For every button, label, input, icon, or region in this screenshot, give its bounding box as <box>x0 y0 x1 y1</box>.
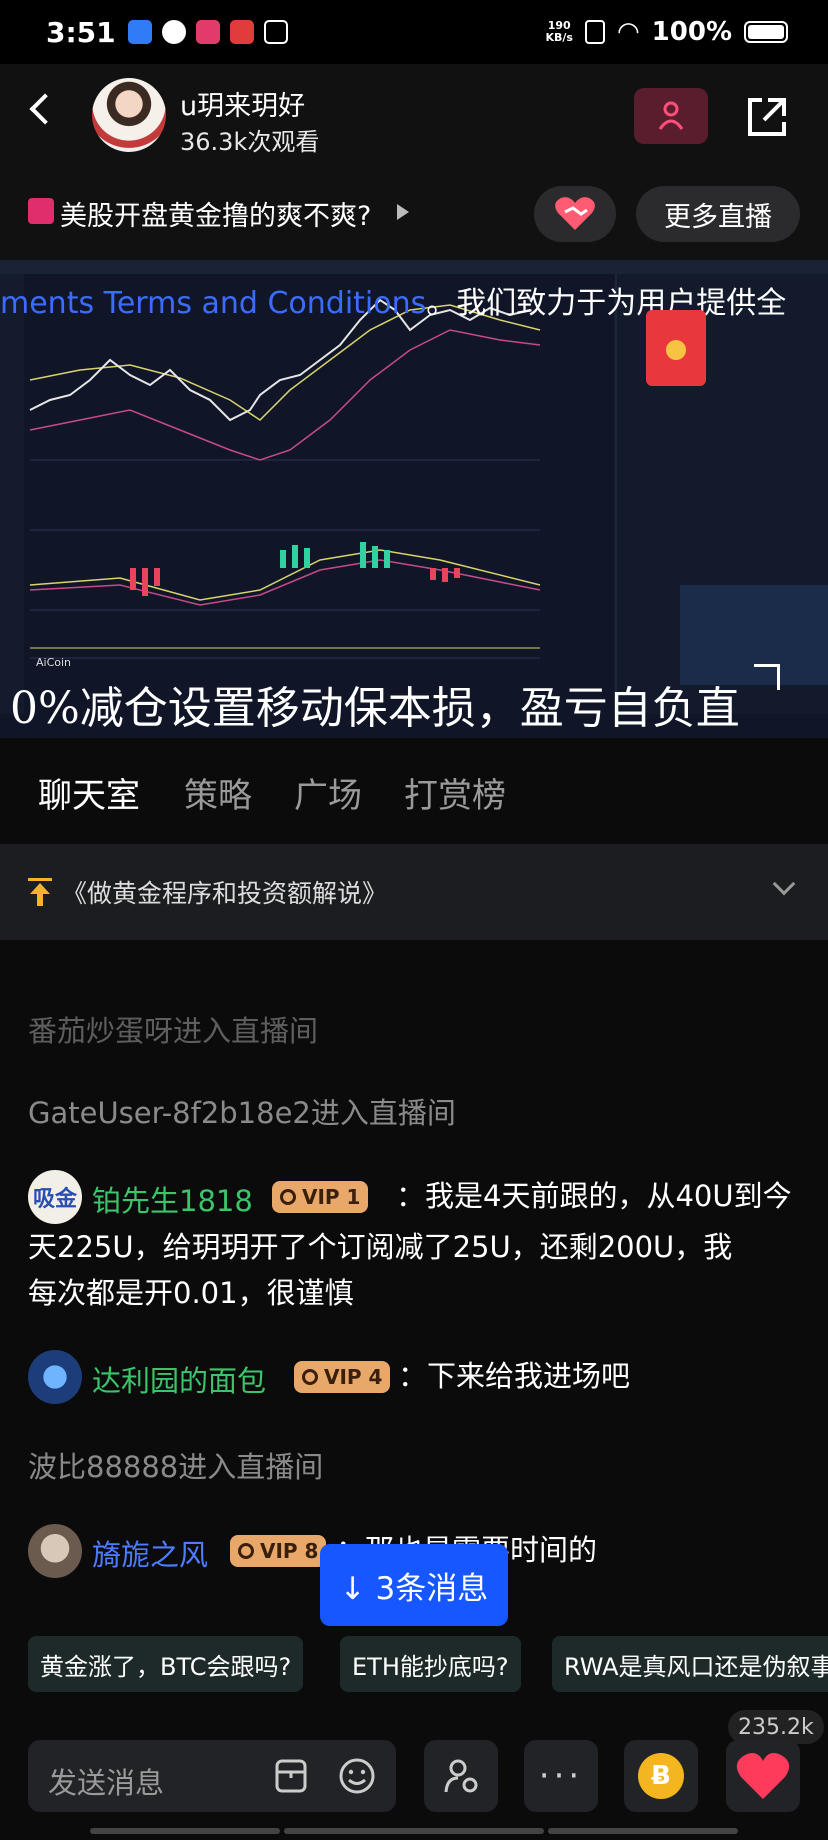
wifi-icon: ◠ <box>616 17 640 47</box>
nav-handle <box>284 1828 544 1834</box>
pin-top-icon <box>28 878 52 906</box>
quick-reply-chip[interactable]: 黄金涨了，BTC会跟吗? <box>28 1636 304 1692</box>
quick-reply-chip[interactable]: ETH能抄底吗? <box>340 1636 521 1692</box>
system-message: GateUser-8f2b18e2进入直播间 <box>28 1096 456 1130</box>
chart-watermark: AiCoin <box>36 656 72 669</box>
like-count: 235.2k <box>728 1710 824 1744</box>
gift-box-icon[interactable] <box>274 1758 308 1794</box>
anchor-name[interactable]: u玥来玥好 <box>180 84 305 123</box>
message-placeholder: 发送消息 <box>48 1766 165 1800</box>
username[interactable]: 铂先生1818 <box>92 1178 253 1220</box>
chevron-down-icon[interactable] <box>772 872 796 896</box>
anchor-avatar[interactable] <box>92 78 166 152</box>
chat-message-text: 天225U，给玥玥开了个订阅减了25U，还剩200U，我 <box>28 1230 733 1264</box>
like-button[interactable] <box>726 1740 800 1812</box>
person-gear-icon <box>444 1759 478 1793</box>
handshake-heart-icon <box>555 197 595 230</box>
new-messages-button[interactable]: ↓ 3条消息 <box>320 1544 508 1626</box>
pinned-text: 《做黄金程序和投资额解说》 <box>62 879 388 908</box>
user-avatar[interactable] <box>28 1524 82 1578</box>
chat-message-text: ：下来给我进场吧 <box>398 1359 631 1393</box>
nav-handle <box>90 1828 280 1834</box>
chat-message-text: ：我是4天前跟的，从40U到今 <box>396 1179 792 1213</box>
person-heart-icon <box>658 101 684 130</box>
battery-percent: 100% <box>651 17 732 47</box>
stream-topic[interactable]: 美股开盘黄金撸的爽不爽? <box>60 194 371 233</box>
message-input[interactable]: 发送消息 <box>28 1740 396 1812</box>
terms-link[interactable]: ments Terms and Conditions <box>0 286 426 321</box>
username[interactable]: 旖旎之风 <box>92 1532 208 1574</box>
red-packet-icon[interactable] <box>646 310 706 386</box>
vip-level: VIP 1 <box>302 1185 361 1209</box>
more-dots-icon: ··· <box>538 1756 584 1796</box>
system-message: 波比88888进入直播间 <box>28 1450 324 1484</box>
vip-level: VIP 8 <box>260 1539 319 1563</box>
heart-icon <box>736 1753 790 1799</box>
back-arrow-icon[interactable] <box>29 93 61 125</box>
vip-level: VIP 4 <box>324 1365 383 1389</box>
user-avatar[interactable]: 吸金 <box>28 1170 82 1224</box>
follow-button[interactable] <box>634 88 708 144</box>
no-sim-icon <box>584 20 605 44</box>
tiktok-icon <box>263 20 288 44</box>
bitcoin-coin-icon: Ƀ <box>638 1753 684 1799</box>
chart-bars-icon <box>28 198 54 224</box>
share-icon[interactable] <box>742 92 792 142</box>
topic-row: 美股开盘黄金撸的爽不爽? 更多直播 <box>0 168 828 260</box>
status-bar: 3:51 190 KB/s ◠ 100% <box>0 0 828 64</box>
handshake-heart-button[interactable] <box>534 186 616 242</box>
live-header: u玥来玥好 36.3k次观看 <box>0 64 828 168</box>
coin-button[interactable]: Ƀ <box>624 1740 698 1812</box>
more-live-button[interactable]: 更多直播 <box>636 186 800 242</box>
vip-ring-icon <box>280 1189 296 1205</box>
nav-handle <box>548 1828 738 1834</box>
tab-strategy[interactable]: 策略 <box>184 768 252 817</box>
more-options-button[interactable]: ··· <box>524 1740 598 1812</box>
user-setting-button[interactable] <box>424 1740 498 1812</box>
wechat-icon <box>161 20 186 44</box>
emoji-icon[interactable] <box>338 1757 376 1795</box>
pinned-message[interactable]: 《做黄金程序和投资额解说》 <box>0 844 828 940</box>
shop-app-icon <box>195 20 220 44</box>
vip-ring-icon <box>238 1543 254 1559</box>
vip-ring-icon <box>302 1369 318 1385</box>
fullscreen-icon[interactable] <box>754 664 780 690</box>
user-avatar[interactable] <box>28 1350 82 1404</box>
subtitle-caption: 0%减仓设置移动保本损，盈亏自负直 <box>10 683 740 734</box>
vip-badge: VIP 8 <box>230 1535 327 1567</box>
bank-app-icon <box>127 20 152 44</box>
vip-badge: VIP 4 <box>294 1361 391 1393</box>
battery-icon <box>744 21 788 43</box>
play-triangle-icon[interactable] <box>397 204 409 220</box>
vip-badge: VIP 1 <box>272 1181 369 1213</box>
tab-chatroom[interactable]: 聊天室 <box>38 768 140 817</box>
quick-reply-chip[interactable]: RWA是真风口还是伪叙事 <box>552 1636 828 1692</box>
clock: 3:51 <box>46 15 116 49</box>
network-speed: 190 KB/s <box>545 19 573 44</box>
tab-square[interactable]: 广场 <box>294 768 362 817</box>
username[interactable]: 达利园的面包 <box>92 1358 266 1400</box>
viewer-count: 36.3k次观看 <box>180 128 320 156</box>
dianping-icon <box>229 20 254 44</box>
tab-bar: 聊天室 策略 广场 打赏榜 <box>0 738 828 844</box>
tab-tip-ranking[interactable]: 打赏榜 <box>404 768 506 817</box>
ticker-text: 。我们致力于为用户提供全 <box>426 286 787 321</box>
chat-message-text: 每次都是开0.01，很谨慎 <box>28 1276 354 1310</box>
system-message: 番茄炒蛋呀进入直播间 <box>28 1014 319 1048</box>
live-video[interactable]: ments Terms and Conditions。我们致力于为用户提供全 A… <box>0 260 828 738</box>
